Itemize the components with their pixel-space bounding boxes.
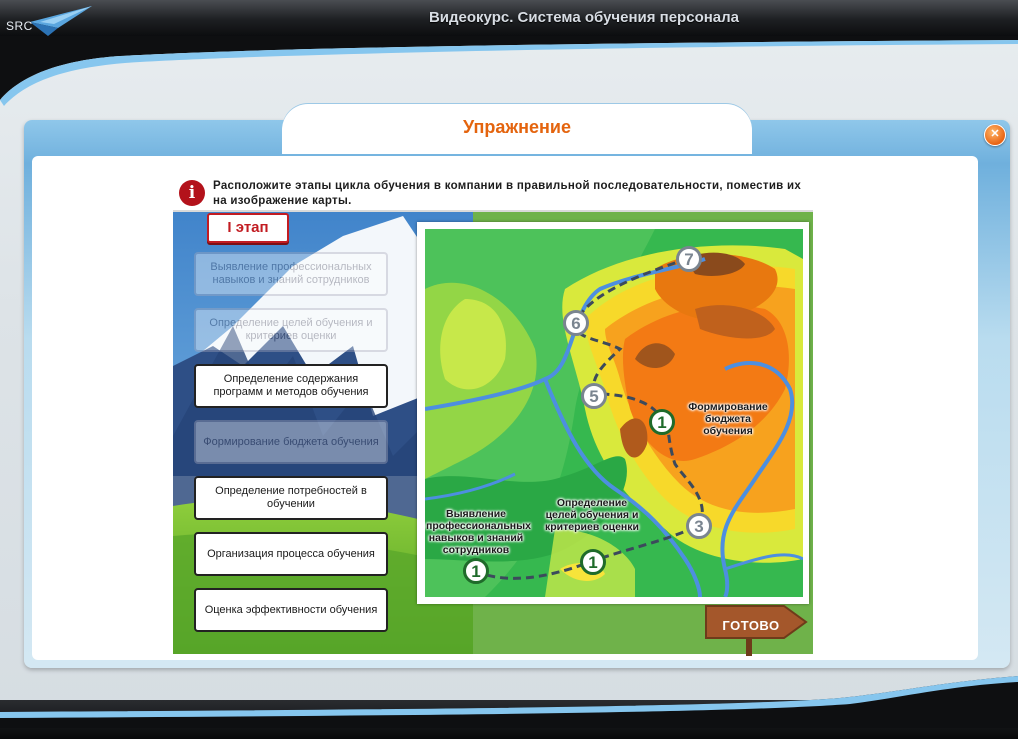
- instruction-bar: i Расположите этапы цикла обучения в ком…: [173, 176, 813, 212]
- marker-3[interactable]: 3: [686, 513, 712, 539]
- marker-1-budget[interactable]: 1: [649, 409, 675, 435]
- marker-6[interactable]: 6: [563, 310, 589, 336]
- dialog-title: Упражнение: [463, 117, 571, 137]
- card-program-content[interactable]: Определение содержания программ и методо…: [194, 364, 388, 408]
- card-budget[interactable]: Формирование бюджета обучения: [194, 420, 388, 464]
- card-skills-assessment[interactable]: Выявление профессиональных навыков и зна…: [194, 252, 388, 296]
- decorative-swoosh: [0, 36, 1018, 106]
- stage-badge: I этап: [207, 213, 289, 243]
- map-label-budget: Формирование бюджета обучения: [688, 401, 768, 437]
- decorative-swoosh-bottom: [0, 676, 1018, 728]
- map-label-goals: Определение целей обучения и критериев о…: [545, 497, 639, 533]
- map-label-skills: Выявление профессиональных навыков и зна…: [426, 508, 531, 556]
- card-organization[interactable]: Организация процесса обучения: [194, 532, 388, 576]
- done-button[interactable]: ГОТОВО: [708, 618, 794, 633]
- marker-1-goals[interactable]: 1: [580, 549, 606, 575]
- marker-1-skills[interactable]: 1: [463, 558, 489, 584]
- card-goals-criteria[interactable]: Определение целей обучения и критериев о…: [194, 308, 388, 352]
- instruction-text: Расположите этапы цикла обучения в компа…: [213, 180, 802, 207]
- marker-7[interactable]: 7: [676, 246, 702, 272]
- card-training-needs[interactable]: Определение потребностей в обучении: [194, 476, 388, 520]
- info-icon: i: [179, 180, 205, 206]
- app-title: Видеокурс. Система обучения персонала: [428, 9, 740, 26]
- card-effectiveness[interactable]: Оценка эффективности обучения: [194, 588, 388, 632]
- close-icon[interactable]: ✕: [984, 124, 1006, 146]
- marker-5[interactable]: 5: [581, 383, 607, 409]
